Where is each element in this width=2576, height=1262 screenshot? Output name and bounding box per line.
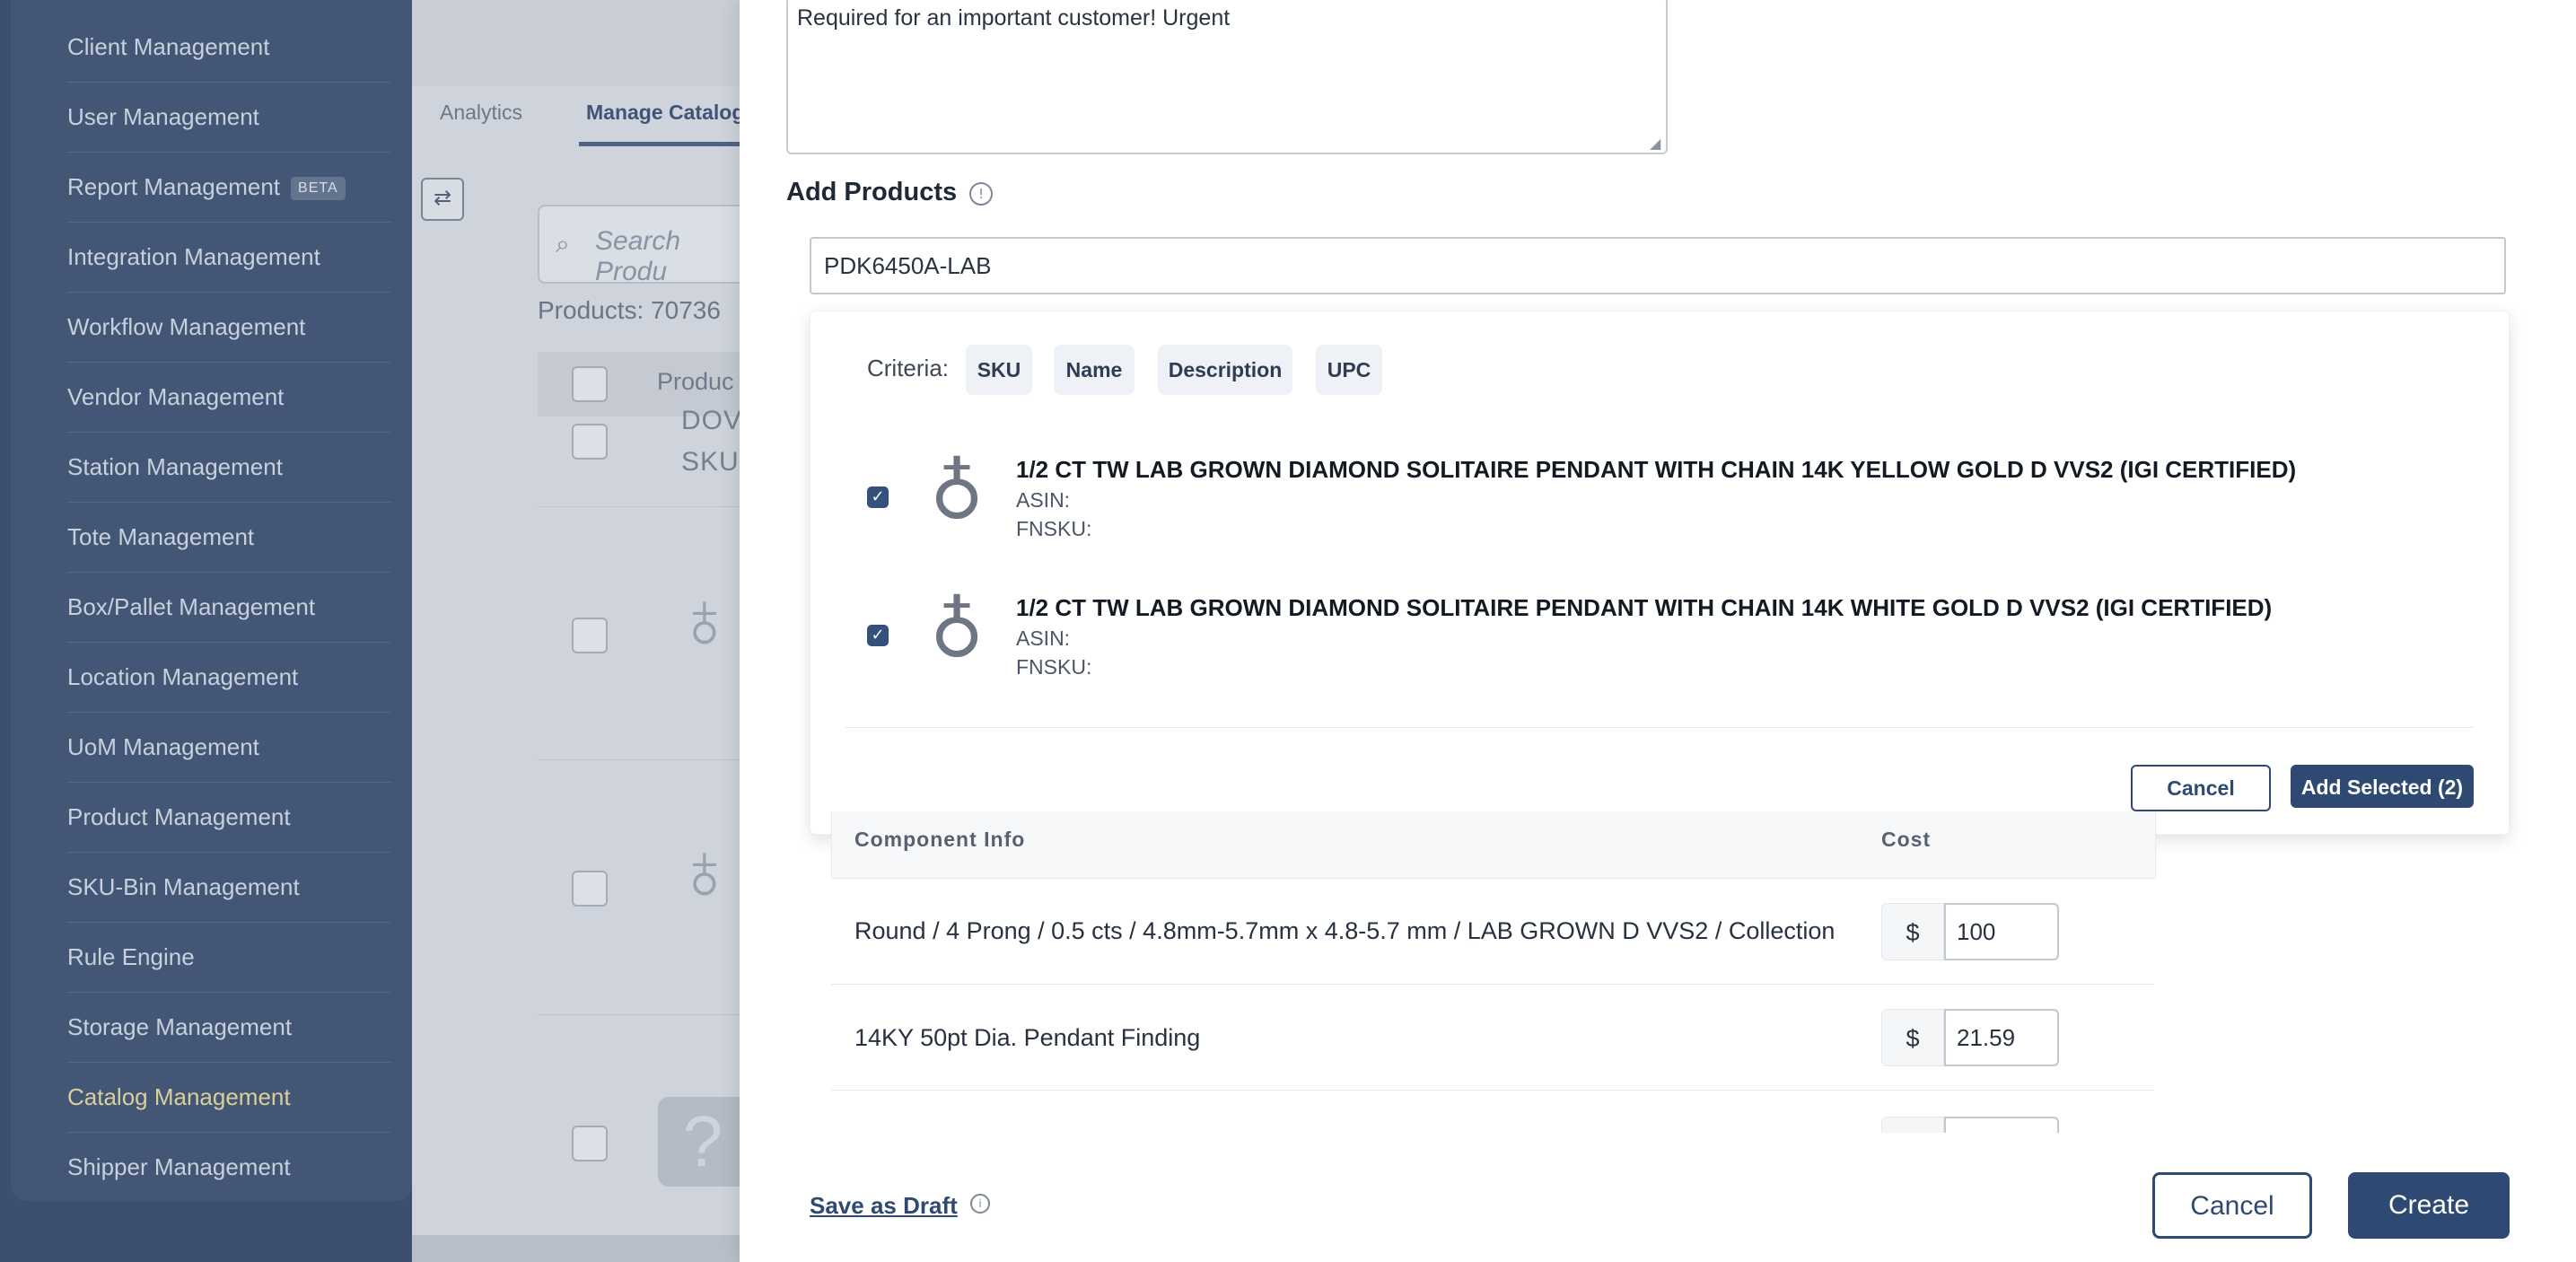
cancel-button[interactable]: Cancel — [2152, 1172, 2312, 1239]
cost-input[interactable] — [1944, 903, 2059, 960]
result-asin: ASIN: — [1016, 488, 1071, 512]
sidebar-item-shipper-management[interactable]: Shipper Management — [67, 1133, 390, 1202]
row-sku-truncated: SKU: — [681, 447, 749, 477]
sidebar-item-integration-management[interactable]: Integration Management — [67, 223, 390, 293]
currency-prefix: $ — [1881, 903, 1944, 960]
sidebar-item-client-management[interactable]: Client Management — [67, 13, 390, 83]
pendant-thumbnail: ♁ — [674, 827, 735, 916]
cost-header: Cost — [1881, 828, 1932, 851]
dropdown-cancel-button[interactable]: Cancel — [2131, 765, 2271, 811]
search-placeholder: Search Produ — [595, 226, 681, 286]
create-button[interactable]: Create — [2348, 1172, 2510, 1239]
row-checkbox[interactable] — [572, 618, 608, 653]
save-as-draft-link[interactable]: Save as Draft — [810, 1192, 958, 1220]
dropdown-divider — [846, 727, 2474, 728]
sidebar-item-catalog-management[interactable]: Catalog Management — [67, 1063, 390, 1133]
criteria-chip-sku[interactable]: SKU — [966, 345, 1032, 395]
row-checkbox[interactable] — [572, 1126, 608, 1161]
tab-manage-catalog[interactable]: Manage Catalog — [586, 101, 744, 125]
criteria-label: Criteria: — [867, 355, 950, 381]
result-asin: ASIN: — [1016, 627, 1071, 650]
notes-text: Required for an important customer! Urge… — [797, 5, 1231, 31]
products-count: Products: 70736 — [538, 296, 721, 324]
result-fnsku: FNSKU: — [1016, 517, 1092, 540]
sidebar-item-vendor-management[interactable]: Vendor Management — [67, 363, 390, 433]
add-products-search-input[interactable] — [810, 237, 2506, 294]
sidebar-item-rule-engine[interactable]: Rule Engine — [67, 923, 390, 993]
result-checkbox[interactable]: ✓ — [867, 486, 889, 508]
sidebar-item-uom-management[interactable]: UoM Management — [67, 713, 390, 783]
swap-icon[interactable]: ⇄ — [421, 178, 464, 221]
currency-prefix: $ — [1881, 1009, 1944, 1066]
component-info-header: Component Info — [854, 828, 1026, 851]
add-products-label: Add Products — [786, 178, 958, 206]
add-selected-button[interactable]: Add Selected (2) — [2291, 765, 2474, 808]
component-info: 14KY 50pt Dia. Pendant Finding — [854, 1024, 1201, 1051]
sidebar-item-box-pallet-management[interactable]: Box/Pallet Management — [67, 573, 390, 643]
component-table-header — [831, 811, 2156, 879]
result-title[interactable]: 1/2 CT TW LAB GROWN DIAMOND SOLITAIRE PE… — [1016, 594, 2272, 622]
resize-grip-icon[interactable]: ◢ — [1650, 135, 1660, 153]
sidebar-item-sku-bin-management[interactable]: SKU-Bin Management — [67, 853, 390, 923]
sidebar-item-product-management[interactable]: Product Management — [67, 783, 390, 853]
beta-badge: BETA — [291, 177, 346, 201]
info-icon[interactable]: ! — [969, 182, 993, 206]
info-icon[interactable]: i — [970, 1194, 990, 1214]
question-placeholder-icon: ? — [658, 1097, 748, 1187]
result-title[interactable]: 1/2 CT TW LAB GROWN DIAMOND SOLITAIRE PE… — [1016, 456, 2296, 484]
select-all-checkbox[interactable] — [572, 366, 608, 402]
sidebar-item-storage-management[interactable]: Storage Management — [67, 993, 390, 1063]
cost-input[interactable] — [1944, 1009, 2059, 1066]
product-column-header: Produc — [657, 368, 734, 395]
pendant-thumbnail: ♁ — [674, 575, 735, 665]
pendant-thumbnail: ♁ — [930, 589, 985, 674]
sidebar-item-workflow-management[interactable]: Workflow Management — [67, 293, 390, 363]
row-divider — [831, 984, 2154, 985]
sidebar-item-tote-management[interactable]: Tote Management — [67, 503, 390, 573]
sidebar-item-report-management[interactable]: Report Management BETA — [67, 153, 390, 223]
row-divider — [831, 1090, 2154, 1091]
pendant-thumbnail: ♁ — [930, 451, 985, 536]
result-fnsku: FNSKU: — [1016, 655, 1092, 679]
result-checkbox[interactable]: ✓ — [867, 625, 889, 646]
component-info: Round / 4 Prong / 0.5 cts / 4.8mm-5.7mm … — [854, 917, 1836, 944]
search-icon: ⌕ — [556, 230, 570, 258]
sidebar-item-location-management[interactable]: Location Management — [67, 643, 390, 713]
row-name-truncated: DOV — [681, 406, 743, 435]
row-checkbox[interactable] — [572, 424, 608, 460]
tab-analytics[interactable]: Analytics — [440, 101, 522, 125]
active-tab-indicator — [579, 142, 740, 146]
criteria-chip-upc[interactable]: UPC — [1316, 345, 1382, 395]
criteria-chip-description[interactable]: Description — [1158, 345, 1292, 395]
criteria-chip-name[interactable]: Name — [1054, 345, 1135, 395]
sidebar-item-user-management[interactable]: User Management — [67, 83, 390, 153]
sidebar-item-station-management[interactable]: Station Management — [67, 433, 390, 503]
row-checkbox[interactable] — [572, 871, 608, 907]
product-search-background[interactable]: ⌕ Search Produ — [538, 205, 757, 286]
